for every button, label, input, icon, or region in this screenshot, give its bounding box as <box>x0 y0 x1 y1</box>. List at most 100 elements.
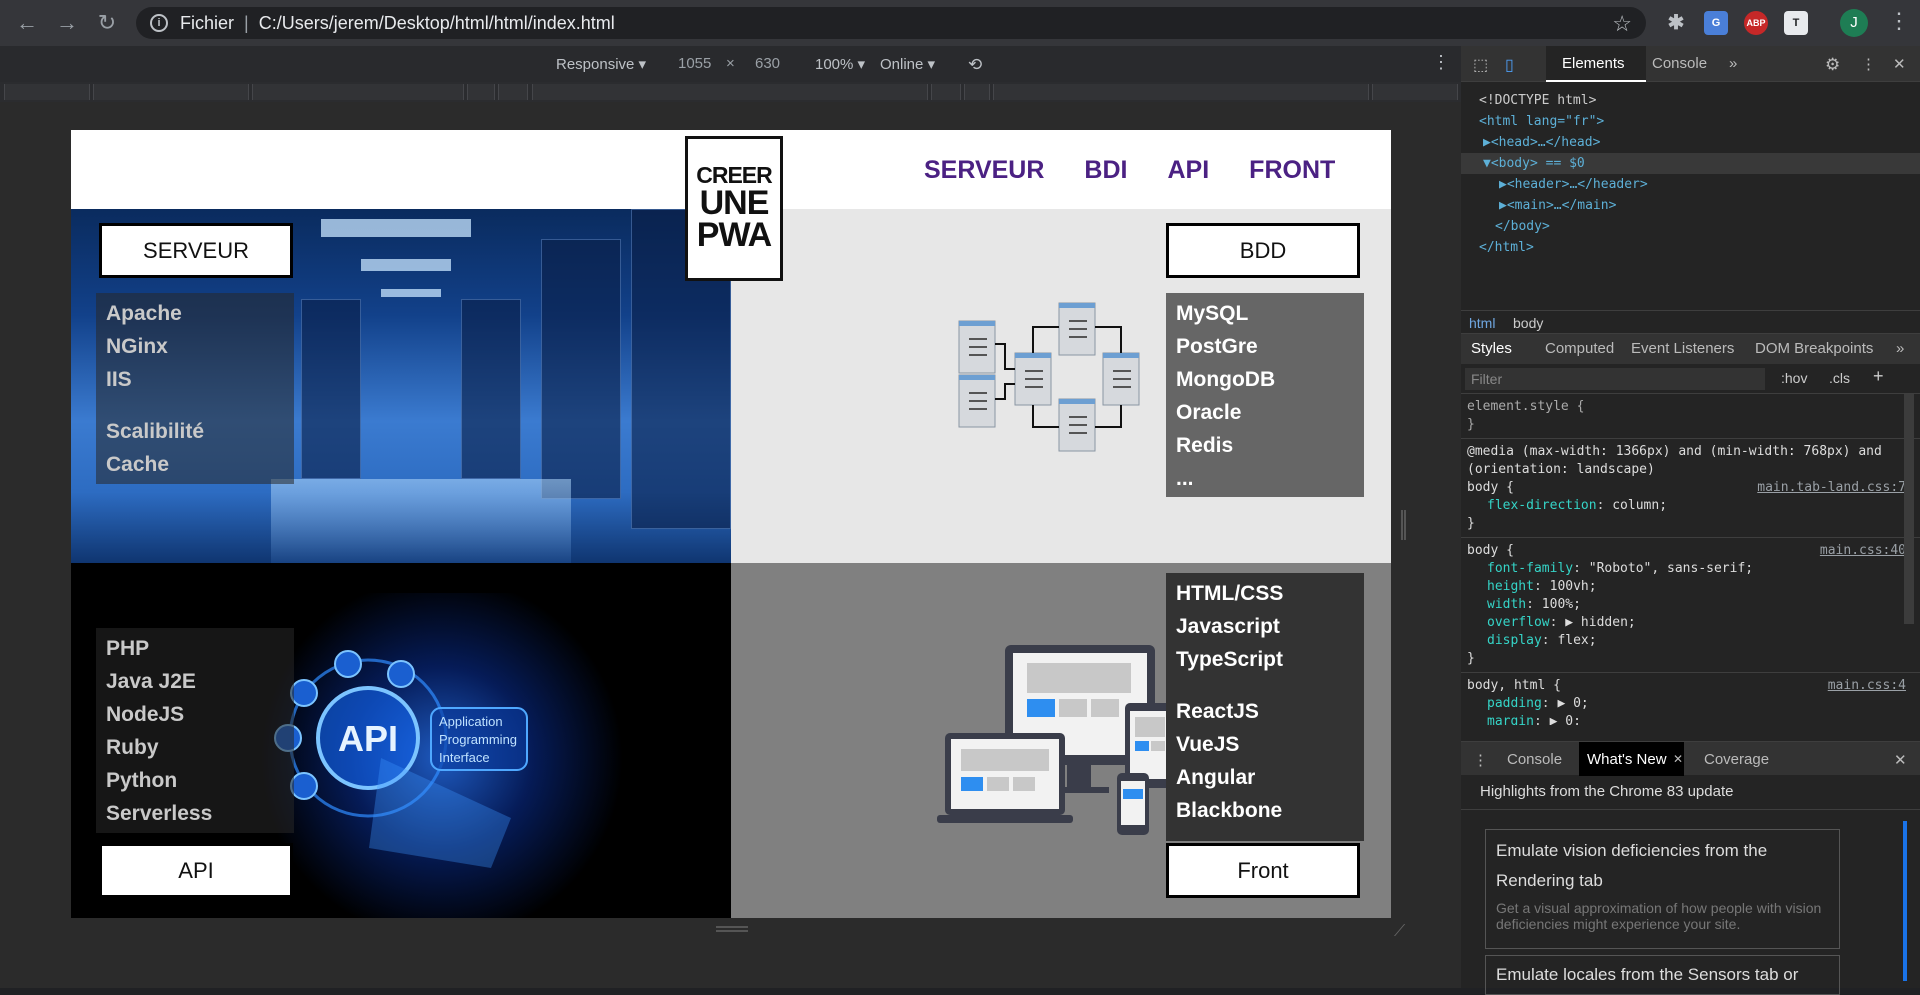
prop-value: 100vh; <box>1549 579 1597 594</box>
rule-selector[interactable]: body {main.tab-land.css:7 <box>1467 479 1914 497</box>
device-toolbar: Responsive ▾ 1055 × 630 100% ▾ Online ▾ … <box>0 46 1461 82</box>
rule-source-link[interactable]: main.tab-land.css:7 <box>1757 479 1906 497</box>
tab-console[interactable]: Console <box>1652 55 1707 72</box>
bookmark-star-icon[interactable]: ☆ <box>1612 11 1632 37</box>
dom-node[interactable]: ▶<header>…</header> <box>1461 174 1920 195</box>
dom-node[interactable]: <!DOCTYPE html> <box>1461 90 1920 111</box>
breadcrumb-html[interactable]: html <box>1469 315 1495 331</box>
viewport-resize-handle[interactable] <box>1401 510 1406 540</box>
dom-node[interactable]: ▶<main>…</main> <box>1461 195 1920 216</box>
dom-node[interactable]: </html> <box>1461 237 1920 258</box>
inspect-element-icon[interactable]: ⬚ <box>1473 55 1488 75</box>
devtools-close-icon[interactable]: ✕ <box>1893 55 1906 73</box>
list-item: Java J2E <box>106 670 196 693</box>
styles-scrollbar[interactable] <box>1904 394 1914 624</box>
nav-link-serveur[interactable]: SERVEUR <box>924 156 1044 185</box>
whats-new-card[interactable]: Emulate locales from the Sensors tab or <box>1485 955 1840 995</box>
nav-link-api[interactable]: API <box>1167 156 1209 185</box>
drawer-close-icon[interactable]: ✕ <box>1894 751 1907 769</box>
list-item: PostGre <box>1176 335 1258 358</box>
devtools-menu-icon[interactable]: ⋮ <box>1861 55 1876 73</box>
nav-link-bdi[interactable]: BDI <box>1084 156 1127 185</box>
drawer-tab-whats-new[interactable]: What's New <box>1587 751 1667 768</box>
devtools-settings-icon[interactable]: ⚙ <box>1825 55 1840 75</box>
whats-new-card[interactable]: Emulate vision deficiencies from the Ren… <box>1485 829 1840 949</box>
rule-selector[interactable]: body, html { main.css:4 <box>1467 677 1914 695</box>
prop-value: column; <box>1612 498 1668 513</box>
settings-extension-icon[interactable]: ✱ <box>1664 11 1688 35</box>
browser-menu-icon[interactable]: ⋮ <box>1888 8 1910 34</box>
rule-source-link[interactable]: main.css:4 <box>1828 677 1906 695</box>
close-tab-icon[interactable]: ✕ <box>1673 752 1683 766</box>
forward-icon[interactable]: → <box>54 10 80 36</box>
whats-new-scrollbar[interactable] <box>1903 821 1907 981</box>
add-rule-icon[interactable]: + <box>1873 366 1884 387</box>
rotate-icon[interactable]: ⟲ <box>968 55 982 75</box>
network-select[interactable]: Online ▾ <box>880 55 935 73</box>
adblock-extension-icon[interactable]: ABP <box>1744 11 1768 35</box>
dom-node-selected[interactable]: ▼<body> == $0 <box>1461 153 1920 174</box>
rule-property[interactable]: font-family: "Roboto", sans-serif; <box>1467 560 1914 578</box>
serveur-label[interactable]: SERVEUR <box>99 223 293 278</box>
viewport-corner-resize-icon[interactable]: ⟋ <box>1394 923 1405 941</box>
prop-name: padding <box>1487 696 1542 711</box>
prop-name: overflow <box>1487 615 1550 630</box>
url-text[interactable]: C:/Users/jerem/Desktop/html/html/index.h… <box>259 13 615 34</box>
info-icon[interactable]: i <box>150 14 168 32</box>
styles-filter-input[interactable]: Filter <box>1465 368 1765 390</box>
reload-icon[interactable]: ↻ <box>94 10 120 36</box>
dom-node[interactable]: </body> <box>1461 216 1920 237</box>
tab-elements[interactable]: Elements <box>1562 55 1625 72</box>
list-item: ReactJS <box>1176 700 1259 723</box>
hover-state-toggle[interactable]: :hov <box>1781 370 1807 386</box>
rule-selector[interactable]: body {main.css:40 <box>1467 542 1914 560</box>
subtab-styles[interactable]: Styles <box>1471 340 1512 357</box>
nav-link-front[interactable]: FRONT <box>1249 156 1335 185</box>
list-item: Python <box>106 769 178 792</box>
dom-node[interactable]: ▶<head>…</head> <box>1461 132 1920 153</box>
api-label[interactable]: API <box>99 843 293 898</box>
selector-text: body, html { <box>1467 678 1561 693</box>
rule-property[interactable]: height: 100vh; <box>1467 578 1914 596</box>
back-icon[interactable]: ← <box>14 10 40 36</box>
site-logo[interactable]: CREER UNE PWA <box>685 136 783 281</box>
subtab-event-listeners[interactable]: Event Listeners <box>1631 340 1734 357</box>
subtab-computed[interactable]: Computed <box>1545 340 1614 357</box>
rule-property[interactable]: flex-direction: column; <box>1467 497 1914 515</box>
drawer-tab-console[interactable]: Console <box>1507 751 1562 768</box>
drawer-tab-coverage[interactable]: Coverage <box>1704 751 1769 768</box>
device-toggle-icon[interactable]: ▯ <box>1505 55 1514 75</box>
dom-node[interactable]: <html lang="fr"> <box>1461 111 1920 132</box>
device-height-input[interactable]: 630 <box>755 55 780 72</box>
prop-name: flex-direction <box>1487 498 1597 513</box>
rule-property[interactable]: overflow: ▶ hidden; <box>1467 614 1914 632</box>
t-extension-icon[interactable]: T <box>1784 11 1808 35</box>
more-subtabs-icon[interactable]: » <box>1896 340 1904 357</box>
device-mode-select[interactable]: Responsive ▾ <box>556 55 646 73</box>
list-item: Blackbone <box>1176 799 1283 822</box>
address-bar[interactable]: i Fichier | C:/Users/jerem/Desktop/html/… <box>136 7 1646 39</box>
zoom-select[interactable]: 100% ▾ <box>815 55 865 73</box>
rule-close: } <box>1467 651 1475 666</box>
drawer-menu-icon[interactable]: ⋮ <box>1473 751 1488 769</box>
front-label[interactable]: Front <box>1166 843 1360 898</box>
media-query-ruler[interactable] <box>0 82 1461 102</box>
rule-property[interactable]: padding: ▶ 0; <box>1467 695 1914 713</box>
dom-breadcrumbs: html body <box>1461 310 1920 334</box>
class-toggle[interactable]: .cls <box>1829 370 1850 386</box>
prop-name: margin <box>1487 714 1534 725</box>
breadcrumb-body[interactable]: body <box>1513 315 1543 331</box>
translate-extension-icon[interactable]: G <box>1704 11 1728 35</box>
viewport-bottom-resize-handle[interactable] <box>716 926 748 932</box>
device-toolbar-menu-icon[interactable]: ⋮ <box>1432 52 1450 73</box>
device-width-input[interactable]: 1055 <box>678 55 711 72</box>
rule-source-link[interactable]: main.css:40 <box>1820 542 1906 560</box>
rule-property[interactable]: display: flex; <box>1467 632 1914 650</box>
rule-property[interactable]: margin: ▶ 0; <box>1467 713 1914 725</box>
more-tabs-icon[interactable]: » <box>1729 55 1737 72</box>
bdd-label[interactable]: BDD <box>1166 223 1360 278</box>
rule-property[interactable]: width: 100%; <box>1467 596 1914 614</box>
profile-avatar[interactable]: J <box>1840 9 1868 37</box>
subtab-dom-breakpoints[interactable]: DOM Breakpoints <box>1755 340 1873 357</box>
rule-selector[interactable]: element.style { <box>1467 398 1914 416</box>
